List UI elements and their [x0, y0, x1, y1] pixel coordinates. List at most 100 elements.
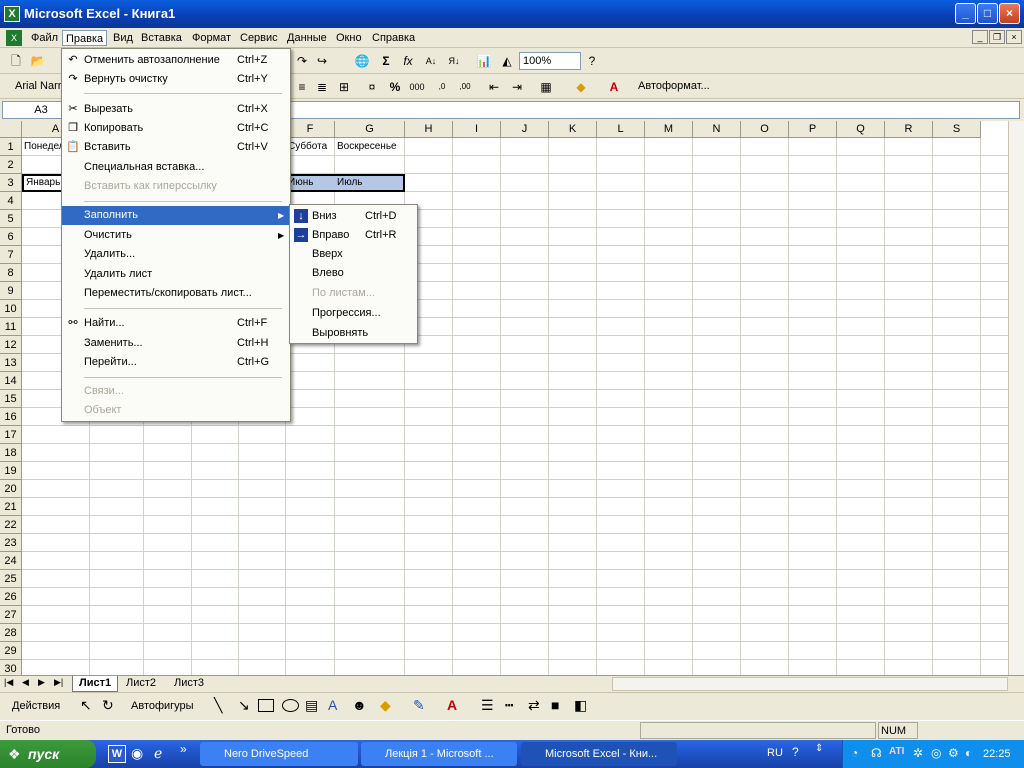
help-icon[interactable]: ? [582, 51, 602, 71]
autoshapes-button[interactable]: Автофигуры [131, 700, 194, 712]
first-sheet-arrow-icon[interactable]: |◀ [4, 677, 13, 688]
horizontal-scrollbar[interactable] [612, 677, 1008, 691]
fill-left[interactable]: Влево [290, 264, 417, 283]
align-right-icon[interactable]: ≣ [312, 77, 332, 97]
row-header-12[interactable]: 12 [0, 336, 22, 354]
function-icon[interactable]: fx [398, 51, 418, 71]
merge-center-icon[interactable]: ⊞ [334, 77, 354, 97]
sort-descending-icon[interactable]: Я↓ [444, 51, 464, 71]
align-center-icon[interactable]: ≡ [292, 77, 312, 97]
menu-file[interactable]: Файл [28, 30, 61, 46]
menu-copy[interactable]: ❐ Копировать Ctrl+C [62, 119, 290, 138]
fill-series[interactable]: Прогрессия... [290, 304, 417, 323]
menu-delete-sheet[interactable]: Удалить лист [62, 265, 290, 284]
shadow-icon[interactable]: ■ [551, 697, 559, 713]
free-rotate-icon[interactable]: ↻ [102, 697, 114, 714]
menu-undo[interactable]: ↶ Отменить автозаполнение Ctrl+Z [62, 51, 290, 70]
cell-g1[interactable]: Воскресенье [335, 138, 405, 156]
select-all-corner[interactable] [0, 121, 22, 138]
row-header-5[interactable]: 5 [0, 210, 22, 228]
menu-fill[interactable]: Заполнить ▶ [62, 206, 290, 225]
redo-dropdown-icon[interactable]: ↪ [312, 51, 332, 71]
column-header-l[interactable]: L [597, 121, 645, 138]
fill-down[interactable]: ↓ Вниз Ctrl+D [290, 207, 417, 226]
row-header-11[interactable]: 11 [0, 318, 22, 336]
chart-wizard-icon[interactable]: 📊 [474, 51, 494, 71]
fill-right[interactable]: → Вправо Ctrl+R [290, 226, 417, 245]
font-name-select[interactable]: Arial Narr [12, 78, 62, 96]
row-header-1[interactable]: 1 [0, 138, 22, 156]
tray-ati-icon[interactable]: ATI [889, 746, 904, 757]
sort-ascending-icon[interactable]: A↓ [421, 51, 441, 71]
word-quicklaunch-icon[interactable]: W [108, 745, 126, 763]
draw-font-color-icon[interactable]: A [447, 697, 457, 713]
doc-close-button[interactable]: × [1006, 30, 1022, 44]
row-header-4[interactable]: 4 [0, 192, 22, 210]
row-header-2[interactable]: 2 [0, 156, 22, 174]
increase-decimal-icon[interactable]: ,0 [432, 77, 452, 97]
task-nero[interactable]: Nero DriveSpeed [200, 742, 358, 766]
column-header-p[interactable]: P [789, 121, 837, 138]
media-quicklaunch-icon[interactable]: ◉ [131, 745, 143, 762]
dash-style-icon[interactable]: ┅ [505, 697, 513, 714]
cell-f1[interactable]: Суббота [286, 138, 335, 156]
increase-indent-icon[interactable]: ⇥ [507, 77, 527, 97]
menu-view[interactable]: Вид [110, 30, 136, 46]
maximize-button[interactable]: □ [977, 3, 998, 24]
row-header-18[interactable]: 18 [0, 444, 22, 462]
menu-edit[interactable]: Правка [62, 30, 108, 46]
excel-app-icon[interactable]: X [4, 6, 20, 22]
open-file-icon[interactable]: 📂 [28, 51, 48, 71]
row-header-14[interactable]: 14 [0, 372, 22, 390]
row-header-17[interactable]: 17 [0, 426, 22, 444]
close-button[interactable]: × [999, 3, 1020, 24]
sheet-tab-3[interactable]: Лист3 [168, 676, 210, 692]
currency-icon[interactable]: ¤ [362, 77, 382, 97]
column-header-h[interactable]: H [405, 121, 453, 138]
row-header-27[interactable]: 27 [0, 606, 22, 624]
sheet-tab-1[interactable]: Лист1 [72, 676, 119, 692]
column-header-j[interactable]: J [501, 121, 549, 138]
prev-sheet-arrow-icon[interactable]: ◀ [22, 677, 29, 688]
column-header-q[interactable]: Q [837, 121, 885, 138]
menu-replace[interactable]: Заменить... Ctrl+H [62, 334, 290, 353]
row-header-16[interactable]: 16 [0, 408, 22, 426]
row-header-24[interactable]: 24 [0, 552, 22, 570]
wordart-icon[interactable]: A [328, 697, 337, 713]
menu-window[interactable]: Окно [333, 30, 365, 46]
textbox-icon[interactable]: ▤ [305, 697, 318, 714]
fill-justify[interactable]: Выровнять [290, 324, 417, 343]
task-excel[interactable]: Microsoft Excel - Кни... [521, 742, 677, 766]
menu-goto[interactable]: Перейти... Ctrl+G [62, 353, 290, 372]
menu-move-sheet[interactable]: Переместить/скопировать лист... [62, 284, 290, 303]
vertical-scrollbar[interactable] [1008, 121, 1024, 675]
next-sheet-arrow-icon[interactable]: ▶ [38, 677, 45, 688]
row-header-28[interactable]: 28 [0, 624, 22, 642]
language-indicator[interactable]: RU [767, 747, 783, 759]
tray-app-icon[interactable]: ◔ [851, 746, 858, 760]
draw-fill-color-icon[interactable]: ◆ [380, 697, 391, 714]
row-header-25[interactable]: 25 [0, 570, 22, 588]
column-header-f[interactable]: F [286, 121, 335, 138]
row-header-22[interactable]: 22 [0, 516, 22, 534]
row-header-3[interactable]: 3 [0, 174, 22, 192]
menu-clear[interactable]: Очистить ▶ [62, 226, 290, 245]
tray-sound-icon[interactable]: ⚙ [948, 746, 959, 760]
3d-icon[interactable]: ◧ [574, 697, 587, 714]
drawing-actions-button[interactable]: Действия [12, 700, 60, 712]
tray-network-icon[interactable]: ☊ [871, 746, 882, 760]
menu-delete[interactable]: Удалить... [62, 245, 290, 264]
fill-color-icon[interactable]: ◆ [571, 77, 591, 97]
thousands-icon[interactable]: 000 [407, 77, 427, 97]
column-header-r[interactable]: R [885, 121, 933, 138]
line-icon[interactable]: ╲ [214, 697, 222, 714]
arrow-style-icon[interactable]: ⇄ [528, 697, 540, 714]
autoformat-button[interactable]: Автоформат... [638, 80, 710, 92]
tray-volume-icon[interactable]: ◐ [965, 746, 972, 760]
row-header-20[interactable]: 20 [0, 480, 22, 498]
zoom-select[interactable]: 100% [519, 52, 581, 70]
borders-icon[interactable]: ▦ [536, 77, 556, 97]
help-tray-icon[interactable]: ? [792, 745, 799, 759]
row-header-30[interactable]: 30 [0, 660, 22, 675]
rectangle-icon[interactable] [258, 699, 274, 712]
